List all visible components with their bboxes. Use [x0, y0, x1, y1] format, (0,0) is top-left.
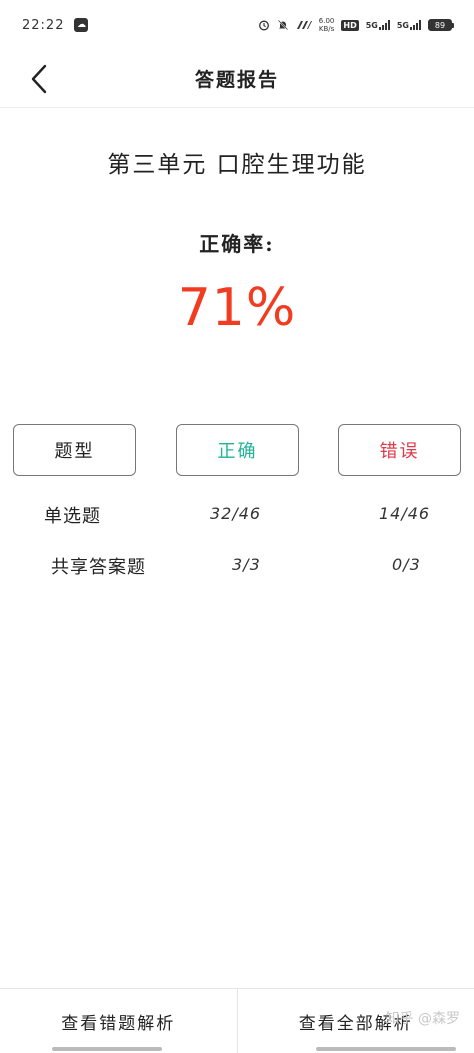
speed-value: 6.00 — [318, 17, 335, 25]
signal-bars-icon — [378, 20, 390, 30]
status-time: 22:22 — [22, 17, 65, 33]
alarm-icon — [258, 19, 270, 31]
sim1-network-type: 5G — [365, 20, 378, 30]
nav-bar: 答题报告 — [0, 50, 474, 108]
network-speed: 6.00 KB/s — [319, 17, 335, 33]
page-title: 答题报告 — [194, 69, 279, 91]
row-wrong-single-choice: 14/46 — [379, 504, 431, 523]
row-correct-single-choice: 32/46 — [210, 504, 262, 523]
hd-badge: HD — [341, 19, 359, 31]
view-wrong-analysis-button[interactable]: 查看错题解析 — [0, 989, 238, 1053]
home-indicator-right — [315, 1047, 456, 1051]
status-bar: 22:22 ☁ 6.00 KB/s HD 5G 5G 89 — [0, 0, 474, 50]
column-header-type: 题型 — [13, 424, 136, 476]
battery-icon: 89 — [428, 19, 454, 31]
nfc-icon — [296, 20, 312, 30]
status-right: 6.00 KB/s HD 5G 5G 89 — [258, 17, 454, 33]
sim2-signal: 5G — [397, 20, 421, 30]
chevron-left-icon[interactable] — [22, 62, 56, 96]
battery-level: 89 — [434, 20, 446, 30]
row-correct-shared-answer: 3/3 — [232, 555, 261, 574]
mute-bell-icon — [277, 19, 289, 31]
speed-unit: KB/s — [318, 25, 335, 33]
home-indicator-left — [52, 1047, 162, 1051]
signal-bars-icon — [410, 20, 421, 30]
watermark: 知乎 @森罗 — [385, 1011, 460, 1027]
sim2-network-type: 5G — [396, 20, 409, 30]
status-left: 22:22 ☁ — [22, 17, 89, 33]
accuracy-label: 正确率: — [199, 232, 275, 256]
row-name-shared-answer: 共享答案题 — [51, 557, 146, 578]
column-header-correct[interactable]: 正确 — [176, 424, 299, 476]
accuracy-value: 71% — [177, 278, 297, 338]
row-name-single-choice: 单选题 — [44, 506, 101, 527]
row-wrong-shared-answer: 0/3 — [392, 555, 421, 574]
view-wrong-analysis-label: 查看错题解析 — [61, 1013, 176, 1034]
sim1-signal: 5G — [366, 20, 390, 30]
cloud-icon: ☁ — [74, 18, 89, 32]
unit-title: 第三单元 口腔生理功能 — [107, 152, 367, 178]
column-header-wrong[interactable]: 错误 — [338, 424, 461, 476]
